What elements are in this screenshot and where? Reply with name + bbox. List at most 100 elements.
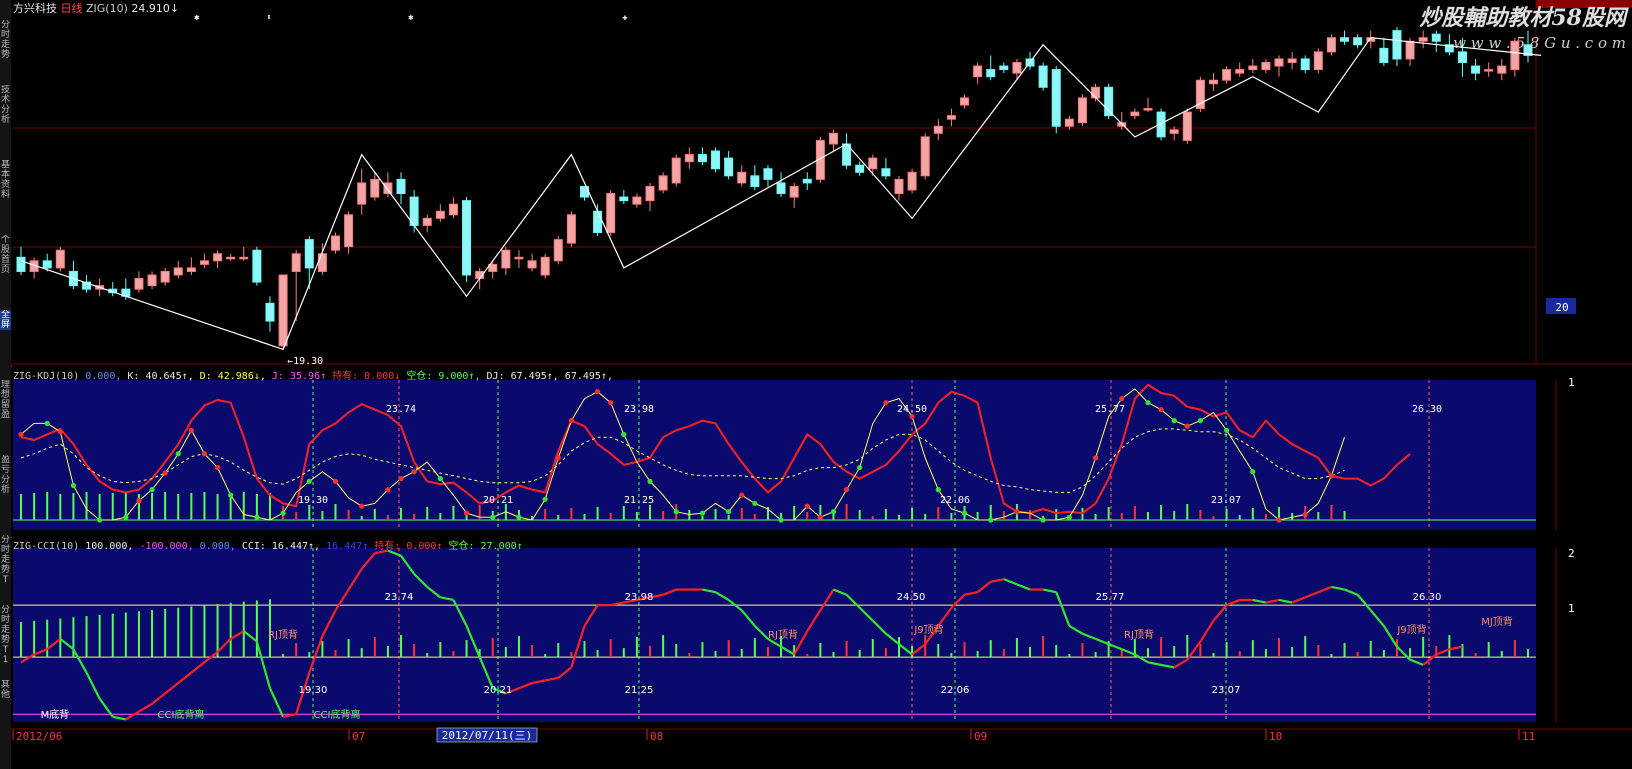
sidebar-tab-0[interactable]: 分时走势 <box>0 20 11 75</box>
kdj-dot-30 <box>411 469 417 475</box>
event-marker-3: ✚ <box>622 13 628 23</box>
kdj-dot-20 <box>280 510 286 516</box>
kdj-dot-36 <box>490 514 496 520</box>
kdj-dot-100 <box>1328 473 1335 479</box>
cci-label-11: RJ顶背 <box>768 628 798 641</box>
cci-label-4: 26.30 <box>1413 592 1442 603</box>
kdj-dot-32 <box>437 476 443 482</box>
event-marker-1: ⬍ <box>266 13 271 23</box>
candle-body-25 <box>344 214 354 248</box>
cci-label-7: 21.25 <box>625 685 654 696</box>
candle-body-13 <box>186 267 196 272</box>
sidebar-tab-9[interactable]: 其他 <box>0 680 11 720</box>
kdj-dot-92 <box>1224 427 1230 433</box>
kdj-label-4: 26.30 <box>1412 404 1442 415</box>
cci-header-part-5: 16.447↑ <box>326 541 374 552</box>
sidebar-tab-4[interactable]: 全屏 <box>0 310 11 330</box>
candle-body-71 <box>946 115 956 120</box>
candle-body-101 <box>1340 37 1350 42</box>
candle-body-100 <box>1326 37 1336 53</box>
kdj-dot-28 <box>385 487 391 493</box>
candle-body-50 <box>671 157 681 184</box>
kdj-axis-top: 1 <box>1568 376 1575 389</box>
candle-body-106 <box>1405 40 1415 60</box>
candle-body-29 <box>396 178 406 195</box>
cci-label-17: CCI底背离 <box>158 708 205 721</box>
candle-body-49 <box>658 175 668 191</box>
watermark-title: 炒股輔助教材58股网 <box>1419 5 1629 31</box>
kdj-dot-54 <box>726 509 732 515</box>
candle-body-45 <box>606 193 616 234</box>
candle-body-74 <box>986 69 996 78</box>
kdj-dot-10 <box>149 487 155 493</box>
kdj-dot-45 <box>608 400 614 406</box>
cci-header-part-2: -100.000, <box>139 541 199 552</box>
candle-body-41 <box>553 239 563 262</box>
cci-label-18: CCI底背离 <box>314 708 361 721</box>
candle-body-92 <box>1222 69 1232 81</box>
candle-body-22 <box>304 239 314 269</box>
cci-label-3: 25.77 <box>1096 592 1125 603</box>
candle-body-95 <box>1261 62 1271 71</box>
kdj-dot-89 <box>1184 423 1190 429</box>
candle-body-39 <box>527 260 537 269</box>
event-marker-2: ✱ <box>408 13 414 23</box>
candle-body-44 <box>593 210 603 233</box>
candle-body-42 <box>566 214 576 244</box>
kdj-label-5: 19.30 <box>298 495 328 506</box>
kdj-dot-41 <box>555 455 561 461</box>
kdj-dot-80 <box>1066 514 1072 520</box>
price-header-part-0: 方兴科技 <box>13 1 61 15</box>
candle-body-58 <box>776 182 786 195</box>
stock-chart: 方兴科技 日线 ZIG(10) 24.910↓✱ ⬍ ✱ ✚ 炒股輔助教材58股网w w… <box>11 0 1632 769</box>
cci-label-12: J9顶背 <box>913 623 943 636</box>
candle-body-53 <box>711 150 721 170</box>
sidebar-tab-8[interactable]: 分时走势T1 <box>0 605 11 670</box>
sidebar-tab-6[interactable]: 盈亏分析 <box>0 455 11 515</box>
candle-body-47 <box>632 196 642 205</box>
kdj-header-part-6: 空仓: 9.000↑, <box>406 369 486 382</box>
candle-body-94 <box>1248 65 1258 71</box>
kdj-label-6: 20.21 <box>483 495 513 506</box>
kdj-dot-72 <box>961 510 968 516</box>
sidebar-tab-1[interactable]: 技术分析 <box>0 85 11 150</box>
candle-body-32 <box>435 210 445 219</box>
sidebar-tab-7[interactable]: 分时走势T <box>0 535 11 595</box>
kdj-dot-44 <box>594 389 601 395</box>
candle-body-15 <box>213 253 223 262</box>
candle-body-55 <box>737 171 747 184</box>
kdj-dot-14 <box>201 451 208 457</box>
candle-body-19 <box>265 302 275 322</box>
kdj-dot-0 <box>18 431 24 438</box>
candle-body-18 <box>252 249 262 283</box>
candle-body-78 <box>1038 65 1048 88</box>
cci-label-16: M底背 <box>41 708 70 721</box>
kdj-label-2: 24.50 <box>897 404 927 415</box>
sidebar-tab-2[interactable]: 基本资料 <box>0 160 11 225</box>
candle-body-81 <box>1077 97 1087 124</box>
cci-label-6: 20.21 <box>484 685 513 696</box>
date-axis-label-3: 09 <box>974 730 987 743</box>
candle-body-16 <box>226 256 236 260</box>
candle-body-99 <box>1313 51 1323 71</box>
kdj-header-part-0: ZIG-KDJ(10) <box>13 371 85 382</box>
candle-body-76 <box>1012 62 1022 74</box>
cci-label-9: 23.07 <box>1212 685 1241 696</box>
candle-body-27 <box>370 178 380 198</box>
kdj-dot-22 <box>306 478 312 484</box>
kdj-dot-29 <box>398 476 404 482</box>
kdj-dot-40 <box>542 496 548 502</box>
kdj-dot-46 <box>621 431 627 438</box>
cci-label-10: RJ顶背 <box>268 628 298 641</box>
kdj-header-part-4: J: 35.96↑ <box>272 371 332 382</box>
candle-body-112 <box>1484 69 1494 72</box>
cci-header: ZIG-CCI(10) 100.000, -100.000, 0.000, CC… <box>13 539 523 552</box>
candle-body-10 <box>147 274 157 287</box>
kdj-dot-16 <box>228 492 234 498</box>
kdj-dot-66 <box>883 400 889 406</box>
sidebar-tab-3[interactable]: 个股首页 <box>0 235 11 300</box>
kdj-dot-24 <box>332 478 339 484</box>
cci-header-part-7: 空仓: 27.000↑ <box>448 539 522 552</box>
sidebar-tab-5[interactable]: 理想留盈 <box>0 380 11 435</box>
price-header-part-1: 日线 <box>61 1 87 15</box>
